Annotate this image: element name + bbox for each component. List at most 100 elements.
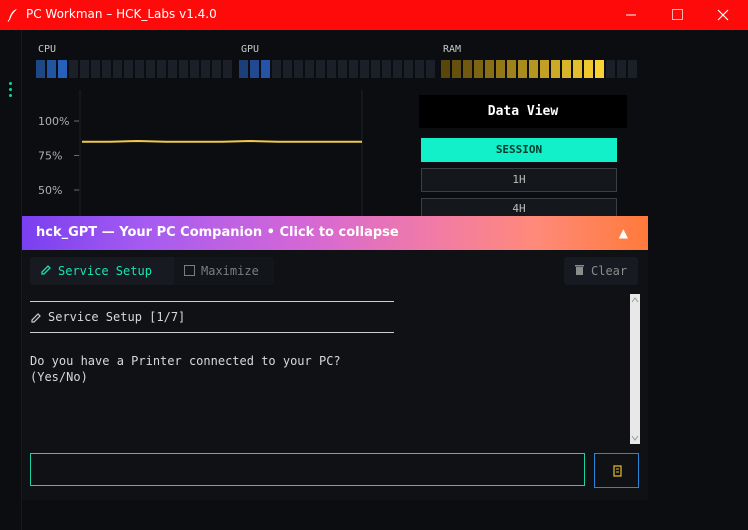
scroll-arrows-icon [631, 297, 639, 441]
meter-segment [102, 60, 111, 78]
meter-segment [595, 60, 604, 78]
chat-panel: Service Setup Maximize Clear Service Set… [22, 250, 648, 500]
close-button[interactable] [700, 0, 746, 30]
usage-line [82, 139, 362, 143]
ram-meter [441, 60, 637, 78]
meter-segment [168, 60, 177, 78]
service-setup-button[interactable]: Service Setup [30, 257, 176, 285]
meter-segment [272, 60, 281, 78]
divider [30, 332, 394, 333]
1h-button[interactable]: 1H [421, 168, 617, 192]
clear-label: Clear [591, 264, 628, 278]
setup-step-header: Service Setup [1/7] [48, 310, 186, 324]
meter-segment [250, 60, 259, 78]
maximize-button[interactable] [654, 0, 700, 30]
meter-segment [496, 60, 505, 78]
question-options: (Yes/No) [30, 370, 88, 384]
meter-segment [485, 60, 494, 78]
meter-segment [113, 60, 122, 78]
divider [30, 301, 394, 302]
drag-handle-icon[interactable] [9, 82, 13, 100]
maximize-checkbox[interactable] [184, 265, 195, 276]
chat-input[interactable] [31, 454, 584, 485]
gpu-label: GPU [241, 44, 260, 55]
pencil-icon [31, 313, 41, 323]
data-view-title: Data View [419, 95, 627, 128]
meter-segment [360, 60, 369, 78]
meter-segment [573, 60, 582, 78]
meter-segment [179, 60, 188, 78]
meter-segment [584, 60, 593, 78]
banner-text: hck_GPT — Your PC Companion • Click to c… [36, 225, 399, 240]
meter-segment [58, 60, 67, 78]
meter-segment [628, 60, 637, 78]
clear-button[interactable]: Clear [564, 257, 638, 285]
maximize-icon [672, 9, 683, 20]
meter-segment [316, 60, 325, 78]
meter-segment [540, 60, 549, 78]
meter-segment [518, 60, 527, 78]
close-icon [717, 9, 729, 21]
pencil-icon [41, 265, 51, 275]
app-window: PC Workman – HCK_Labs v1.4.0 CPU GPU RAM… [0, 0, 748, 530]
meter-segment [239, 60, 248, 78]
meter-segment [441, 60, 450, 78]
cpu-label: CPU [38, 44, 57, 55]
hck-gpt-banner[interactable]: hck_GPT — Your PC Companion • Click to c… [22, 216, 648, 250]
send-icon [613, 465, 622, 477]
meter-segment [190, 60, 199, 78]
meter-segment [69, 60, 78, 78]
meter-segment [283, 60, 292, 78]
meter-segment [426, 60, 435, 78]
meter-segment [80, 60, 89, 78]
meter-segment [349, 60, 358, 78]
minimize-icon [626, 14, 636, 16]
collapse-arrow-icon[interactable]: ▲ [619, 216, 628, 250]
meter-segment [529, 60, 538, 78]
meter-segment [452, 60, 461, 78]
chat-messages: Service Setup [1/7] Do you have a Printe… [30, 294, 630, 444]
meter-segment [91, 60, 100, 78]
meter-segment [463, 60, 472, 78]
meter-segment [617, 60, 626, 78]
question-text: Do you have a Printer connected to your … [30, 354, 341, 368]
chat-scrollbar[interactable] [630, 294, 640, 444]
meter-segment [212, 60, 221, 78]
session-button[interactable]: SESSION [421, 138, 617, 162]
meter-segment [261, 60, 270, 78]
4h-button[interactable]: 4H [421, 198, 617, 216]
meter-segment [223, 60, 232, 78]
service-setup-label: Service Setup [58, 264, 152, 278]
meter-segment [551, 60, 560, 78]
ram-label: RAM [443, 44, 462, 55]
meter-segment [146, 60, 155, 78]
chat-input-box[interactable] [30, 453, 585, 486]
gpu-meter [239, 60, 435, 78]
meter-segment [36, 60, 45, 78]
meter-segment [507, 60, 516, 78]
maximize-label: Maximize [201, 264, 259, 278]
y-tick-label: 100% [38, 115, 69, 128]
window-title: PC Workman – HCK_Labs v1.4.0 [26, 7, 217, 21]
meter-segment [338, 60, 347, 78]
side-strip [0, 30, 22, 530]
meter-segment [124, 60, 133, 78]
title-bar[interactable]: PC Workman – HCK_Labs v1.4.0 [0, 0, 748, 30]
meter-segment [562, 60, 571, 78]
meter-segment [606, 60, 615, 78]
cpu-meter [36, 60, 232, 78]
y-tick-label: 50% [38, 184, 62, 197]
send-button[interactable] [594, 453, 639, 488]
maximize-toggle[interactable]: Maximize [174, 257, 274, 285]
meter-segment [404, 60, 413, 78]
meter-segment [393, 60, 402, 78]
usage-chart: 100% 75% 50% [38, 90, 363, 216]
meter-segment [474, 60, 483, 78]
trash-icon [575, 265, 584, 275]
minimize-button[interactable] [608, 0, 654, 30]
y-tick-label: 75% [38, 150, 62, 163]
meter-segment [327, 60, 336, 78]
meter-segment [371, 60, 380, 78]
meter-segment [201, 60, 210, 78]
feather-icon [7, 9, 17, 22]
